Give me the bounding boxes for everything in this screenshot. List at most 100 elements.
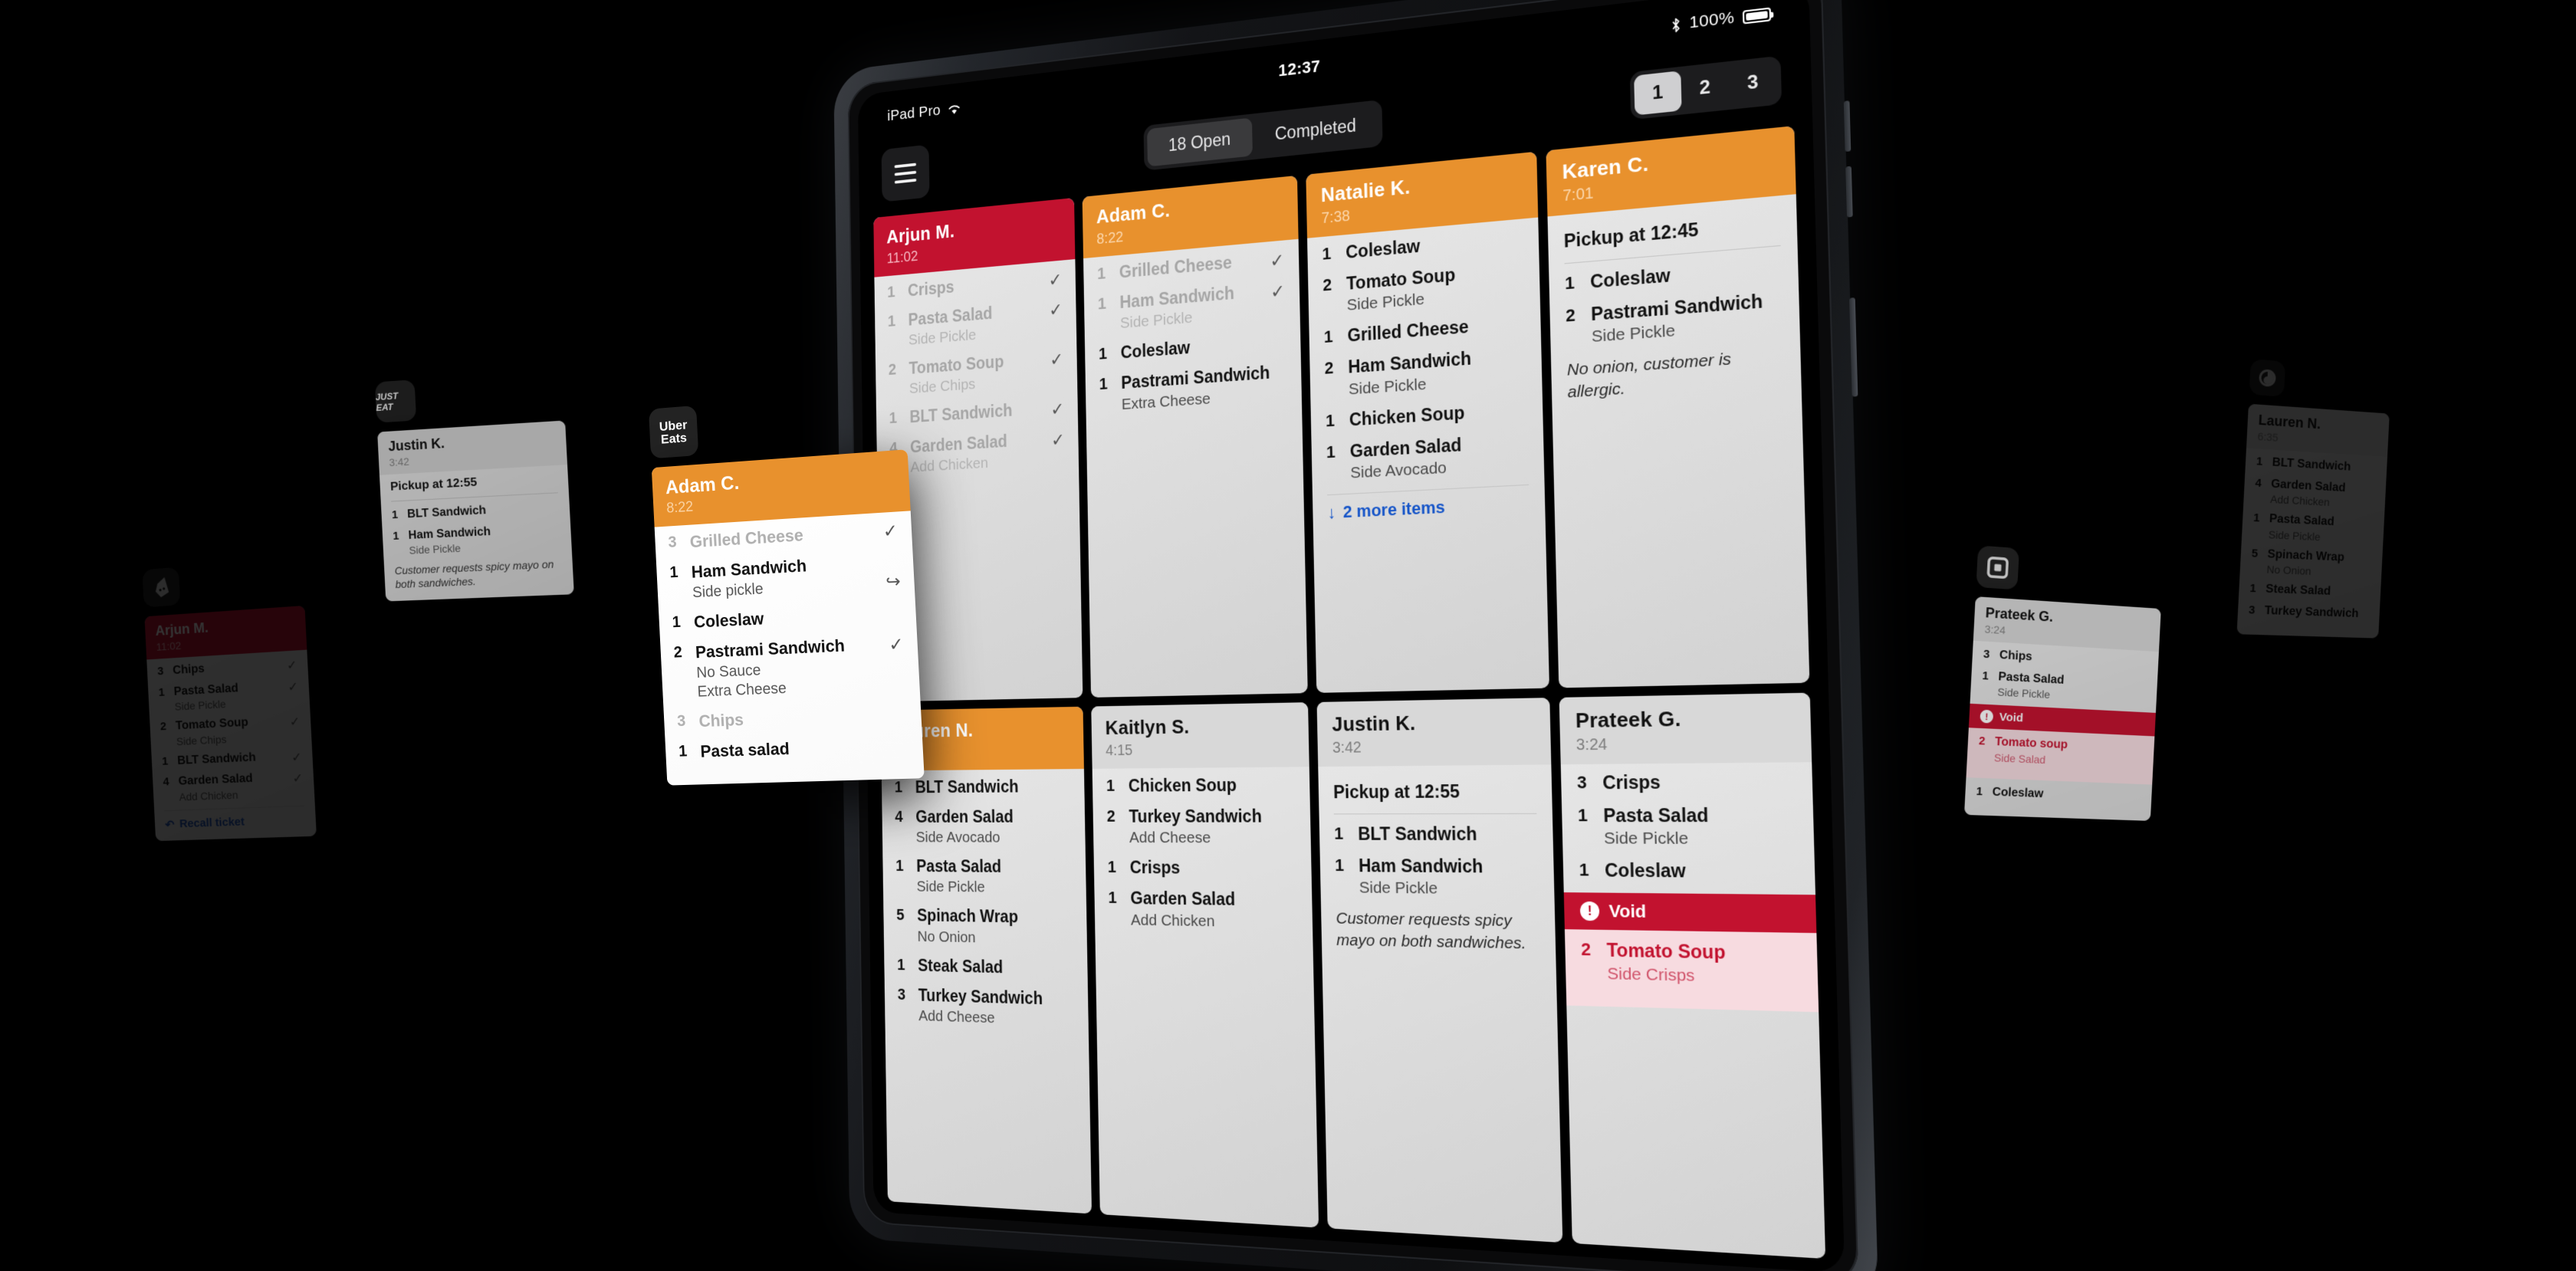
- item-name: BLT Sandwich: [915, 777, 1019, 796]
- ticket-line-item[interactable]: 1 Coleslaw: [1565, 256, 1782, 295]
- ticket-line-item[interactable]: 1 Pasta Salad Side Pickle: [895, 856, 1073, 898]
- item-modifier: Side Pickle: [409, 542, 462, 557]
- ticket-line-item[interactable]: 2 Tomato Soup Side Chips ✓: [160, 713, 301, 747]
- ticket-line-item[interactable]: 2 Pastrami Sandwich Side Pickle: [1566, 289, 1783, 348]
- ticket-line-item[interactable]: 1 Pastrami Sandwich Extra Cheese: [1099, 362, 1287, 415]
- ticket-line-item[interactable]: 1 Coleslaw: [1976, 785, 2141, 805]
- ticket-line-item[interactable]: 3 Chips ✓: [157, 657, 297, 679]
- ticket-line-item[interactable]: 2 Pastrami Sandwich No Sauce Extra Cheese …: [673, 633, 906, 701]
- ticket-line-item[interactable]: 1 BLT Sandwich ✓: [889, 397, 1065, 429]
- mini-ticket-card[interactable]: Prateek G. 3:24 3 Chips 1 Pasta Salad Sid…: [1963, 596, 2161, 822]
- ticket-line-item[interactable]: 3 Chips: [1983, 648, 2148, 672]
- ticket-line-item[interactable]: 5 Spinach Wrap No Onion: [896, 905, 1073, 948]
- ticket-line-item[interactable]: 1 Pasta Salad Side Pickle ✓: [888, 297, 1063, 350]
- ticket-line-item[interactable]: 1 Ham Sandwich Side pickle ↩: [669, 551, 901, 603]
- ticket-line-item[interactable]: 1 Pasta Salad Side Pickle: [1578, 805, 1797, 849]
- ticket-line-item[interactable]: 1 BLT Sandwich: [895, 777, 1071, 797]
- ticket-card[interactable]: Kaitlyn S. 4:15 1 Chicken Soup 2 Turkey …: [1091, 702, 1319, 1228]
- ticket-line-item[interactable]: 3 Chips: [677, 704, 908, 732]
- ticket-line-item[interactable]: 1 Coleslaw: [1322, 227, 1523, 265]
- floating-card-just-eat[interactable]: JUST EAT Justin K. 3:42 Pickup at 12:55 …: [359, 353, 591, 617]
- item-name: Crisps: [1602, 771, 1661, 793]
- ticket-line-item[interactable]: 2 Tomato Soup Side Pickle: [1322, 259, 1524, 317]
- item-quantity: 2: [1322, 274, 1332, 295]
- ticket-line-item[interactable]: 1 Pasta Salad Side Pickle: [1981, 669, 2147, 706]
- mini-ticket-card[interactable]: Justin K. 3:42 Pickup at 12:55 1 BLT San…: [377, 420, 574, 602]
- ticket-card[interactable]: Prateek G. 3:24 3 Crisps 1 Pasta Salad Si…: [1559, 692, 1826, 1260]
- item-name: Coleslaw: [1345, 235, 1421, 263]
- ticket-line-item[interactable]: 1 BLT Sandwich: [2256, 455, 2377, 476]
- ticket-line-item[interactable]: 1 BLT Sandwich: [1334, 823, 1537, 845]
- ticket-card[interactable]: Natalie K. 7:38 1 Coleslaw 2 Tomato Soup…: [1306, 151, 1549, 693]
- ticket-line-item[interactable]: 4 Garden Salad Add Chicken ✓: [889, 428, 1065, 478]
- ticket-card-body: Pickup at 12:55 1 BLT Sandwich 1 Ham San…: [380, 465, 574, 601]
- ticket-line-item[interactable]: 2 Tomato Soup Side Chips ✓: [889, 347, 1064, 399]
- ticket-line-item[interactable]: 2 Turkey Sandwich Add Cheese: [1106, 806, 1296, 848]
- clock-label: 12:37: [1278, 56, 1321, 80]
- ticket-line-item[interactable]: 2 Ham Sandwich Side Pickle: [1324, 344, 1526, 400]
- ticket-line-item[interactable]: 1 Garden Salad Add Chicken: [1108, 888, 1298, 932]
- item-quantity: 4: [895, 807, 903, 826]
- floating-card-deliveroo[interactable]: Arjun M. 11:02 3 Chips ✓ 1 Pasta Salad Si…: [127, 540, 334, 857]
- ticket-card[interactable]: Karen C. 7:01 Pickup at 12:45 1 Coleslaw…: [1546, 126, 1810, 688]
- floating-card-uber-eats[interactable]: Uber Eats Adam C. 8:22 3 Grilled Cheese …: [648, 389, 925, 786]
- ticket-line-item[interactable]: 1 Pasta salad: [678, 735, 909, 763]
- ticket-line-item[interactable]: 3 Crisps: [1577, 770, 1796, 794]
- item-quantity: 1: [2252, 511, 2260, 525]
- ticket-line-item[interactable]: 1 Steak Salad: [2249, 582, 2371, 600]
- page-button-3[interactable]: 3: [1728, 60, 1777, 105]
- ticket-line-item[interactable]: 3 Turkey Sandwich: [2249, 603, 2370, 622]
- ticket-card-body: 1 Grilled Cheese ✓ 1 Ham Sandwich Side Pi…: [1083, 239, 1308, 698]
- item-name: Turkey Sandwich: [918, 985, 1043, 1008]
- ticket-card-body: Pickup at 12:55 1 BLT Sandwich 1 Ham San…: [1318, 764, 1562, 1243]
- ticket-card[interactable]: Justin K. 3:42 Pickup at 12:55 1 BLT San…: [1316, 698, 1563, 1243]
- device-screen: iPad Pro 12:37 100% 18 Open Completed 1 …: [857, 0, 1845, 1271]
- ticket-line-item[interactable]: 1 BLT Sandwich: [392, 500, 560, 522]
- item-name: Coleslaw: [1589, 264, 1671, 292]
- page-selector: 1 2 3: [1629, 55, 1783, 120]
- floating-card-lauren[interactable]: Lauren N. 6:35 1 BLT Sandwich 4 Garden S…: [2220, 342, 2407, 654]
- ticket-line-item[interactable]: 5 Spinach Wrap No Onion: [2250, 547, 2372, 580]
- mini-ticket-card[interactable]: Adam C. 8:22 3 Grilled Cheese ✓ 1 Ham Sa…: [651, 449, 925, 786]
- item-quantity: 3: [2248, 603, 2256, 617]
- ticket-card-header: Kaitlyn S. 4:15: [1091, 702, 1309, 769]
- undo-icon[interactable]: ↩: [885, 571, 901, 593]
- ticket-line-item[interactable]: 1 Ham Sandwich Side Pickle: [1335, 856, 1539, 899]
- ticket-line-item[interactable]: 1 Steak Salad: [897, 955, 1074, 979]
- recall-ticket-button[interactable]: ↶ Recall ticket: [164, 805, 306, 832]
- page-button-1[interactable]: 1: [1634, 71, 1682, 116]
- ticket-card[interactable]: Lauren N. 6:35 1 BLT Sandwich 4 Garden S…: [880, 706, 1092, 1214]
- ticket-line-item[interactable]: 1 Coleslaw: [1579, 860, 1798, 884]
- ticket-line-item[interactable]: 4 Garden Salad Add Chicken: [2254, 476, 2376, 511]
- ticket-line-item[interactable]: 1 Coleslaw: [1099, 330, 1286, 365]
- ticket-line-item[interactable]: 2 Tomato soup Side Salad: [1978, 734, 2144, 770]
- mini-ticket-card[interactable]: Lauren N. 6:35 1 BLT Sandwich 4 Garden S…: [2236, 403, 2390, 639]
- ticket-line-item[interactable]: 1 Pasta Salad Side Pickle: [2252, 511, 2374, 545]
- ticket-line-item[interactable]: 1 BLT Sandwich ✓: [162, 749, 302, 770]
- ticket-line-item[interactable]: 4 Garden Salad Side Avocado: [895, 807, 1072, 847]
- ticket-line-item[interactable]: 3 Grilled Cheese ✓: [668, 520, 899, 554]
- item-modifier: Side Pickle: [1359, 879, 1438, 898]
- ticket-line-item[interactable]: 1 Ham Sandwich Side Pickle: [393, 521, 561, 557]
- ticket-card[interactable]: Adam C. 8:22 1 Grilled Cheese ✓ 1 Ham Sa…: [1082, 175, 1308, 698]
- tab-open[interactable]: 18 Open: [1147, 117, 1253, 166]
- item-name: Garden Salad: [2270, 477, 2346, 494]
- ticket-line-item[interactable]: 1 Ham Sandwich Side Pickle ✓: [1098, 279, 1286, 334]
- ticket-line-item[interactable]: 4 Garden Salad Add Chicken ✓: [163, 770, 304, 803]
- ticket-line-item[interactable]: 1 Grilled Cheese: [1324, 312, 1526, 348]
- hamburger-menu-icon[interactable]: [881, 144, 930, 202]
- ticket-line-item[interactable]: 1 Pasta Salad Side Pickle ✓: [158, 678, 299, 713]
- item-quantity: 1: [669, 563, 679, 582]
- more-items-link[interactable]: ↓ 2 more items: [1327, 484, 1530, 523]
- ticket-line-item[interactable]: 3 Turkey Sandwich Add Cheese: [898, 985, 1075, 1030]
- ticket-line-item[interactable]: 1 Crisps: [1108, 858, 1297, 879]
- page-button-2[interactable]: 2: [1681, 65, 1729, 110]
- ticket-line-item[interactable]: 1 Chicken Soup: [1106, 774, 1296, 796]
- ticket-line-item[interactable]: 1 Coleslaw: [672, 602, 902, 633]
- item-quantity: 2: [1324, 358, 1334, 379]
- mini-ticket-card[interactable]: Arjun M. 11:02 3 Chips ✓ 1 Pasta Salad Si…: [144, 605, 317, 842]
- ticket-line-item[interactable]: 1 Garden Salad Side Avocado: [1326, 431, 1529, 484]
- floating-card-square[interactable]: Prateek G. 3:24 3 Chips 1 Pasta Salad Sid…: [1947, 528, 2179, 837]
- ticket-card-body: 1 BLT Sandwich 4 Garden Salad Side Avocad…: [882, 769, 1092, 1214]
- ticket-line-item[interactable]: 2 Tomato Soup Side Crisps: [1581, 939, 1801, 987]
